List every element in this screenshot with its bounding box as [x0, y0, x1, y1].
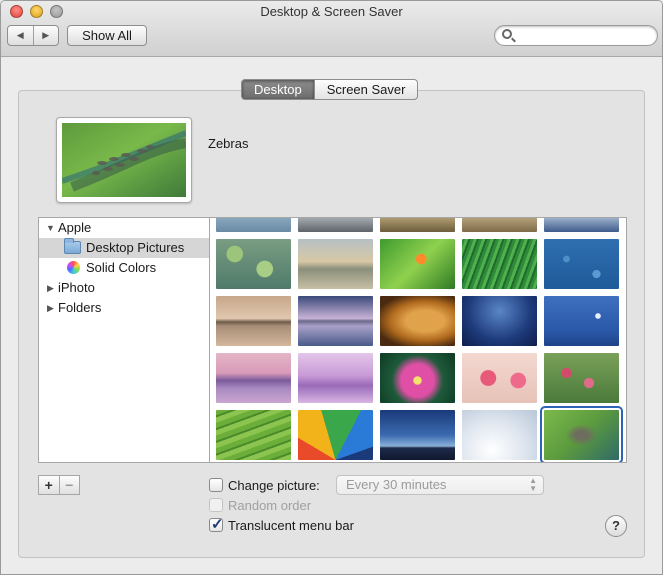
thumbnail-rice-terraces[interactable] — [216, 410, 291, 460]
source-apple[interactable]: ▼ Apple — [39, 218, 209, 238]
tab-screen-saver[interactable]: Screen Saver — [313, 80, 418, 99]
triangle-right-icon[interactable]: ▶ — [47, 278, 54, 298]
forward-button[interactable]: ▶ — [32, 26, 59, 45]
thumbnail-purple-mist[interactable] — [298, 353, 373, 403]
translucent-menu-bar-label: Translucent menu bar — [228, 517, 354, 533]
show-all-button[interactable]: Show All — [67, 25, 147, 46]
thumbnail-mount-fuji[interactable] — [216, 353, 291, 403]
thumbnail-partial-2[interactable] — [298, 218, 373, 232]
change-picture-label: Change picture: — [228, 477, 320, 493]
thumbnail-grass[interactable] — [462, 239, 537, 289]
thumbnail-partial-5[interactable] — [544, 218, 619, 232]
thumbnail-pink-poppies[interactable] — [462, 353, 537, 403]
translucent-menu-bar-option[interactable]: Translucent menu bar — [209, 515, 354, 534]
title-bar: Desktop & Screen Saver ◀ ▶ Show All — [1, 1, 662, 57]
chevron-left-icon: ◀ — [16, 30, 24, 40]
thumbnail-zebras[interactable] — [540, 406, 623, 462]
thumbnail-partial-1[interactable] — [216, 218, 291, 232]
tab-bar: Desktop Screen Saver — [241, 79, 419, 100]
thumbnail-frog-on-leaf[interactable] — [380, 239, 455, 289]
thumbnail-misty-landscape[interactable] — [298, 239, 373, 289]
folder-icon — [64, 238, 81, 254]
source-desktop-pictures[interactable]: Desktop Pictures — [39, 238, 209, 258]
add-folder-button[interactable]: + — [39, 476, 59, 494]
search-icon — [502, 29, 512, 39]
thumbnail-partial-3[interactable] — [380, 218, 455, 232]
tab-desktop[interactable]: Desktop — [242, 80, 314, 99]
thumbnail-pink-blossoms[interactable] — [544, 353, 619, 403]
change-picture-option[interactable]: Change picture: — [209, 476, 320, 494]
search-field[interactable] — [494, 25, 658, 46]
translucent-menu-bar-checkbox[interactable] — [209, 515, 224, 533]
random-order-option[interactable]: Random order — [209, 496, 311, 514]
current-picture-preview — [56, 117, 192, 203]
color-wheel-icon — [67, 261, 80, 274]
triangle-right-icon[interactable]: ▶ — [47, 298, 54, 318]
zebras-preview-image — [61, 123, 188, 197]
back-button[interactable]: ◀ — [8, 26, 33, 45]
change-picture-checkbox[interactable] — [209, 478, 223, 492]
triangle-down-icon[interactable]: ▼ — [46, 218, 55, 238]
source-solid-colors[interactable]: Solid Colors — [39, 258, 209, 278]
change-interval-popup[interactable]: Every 30 minutes ▲ ▼ — [336, 475, 544, 495]
source-folders[interactable]: ▶ Folders — [39, 298, 209, 318]
source-label: Folders — [58, 300, 102, 315]
picture-grid — [209, 217, 627, 463]
random-order-checkbox[interactable] — [209, 498, 223, 512]
thumbnail-lily-pads[interactable] — [216, 239, 291, 289]
window-title: Desktop & Screen Saver — [260, 4, 403, 19]
back-forward-control: ◀ ▶ — [7, 25, 59, 46]
thumbnail-lotus[interactable] — [380, 353, 455, 403]
thumbnail-galaxy[interactable] — [462, 296, 537, 346]
help-button[interactable]: ? — [605, 515, 627, 537]
source-label: iPhoto — [58, 280, 95, 295]
thumbnail-crescent-moon[interactable] — [544, 296, 619, 346]
thumbnail-blue-drops[interactable] — [544, 239, 619, 289]
source-iphoto[interactable]: ▶ iPhoto — [39, 278, 209, 298]
thumbnail-snow-dunes[interactable] — [462, 410, 537, 460]
source-label: Desktop Pictures — [86, 240, 185, 255]
thumbnail-island-at-dusk[interactable] — [216, 296, 291, 346]
thumbnail-mountain-reflection[interactable] — [298, 296, 373, 346]
source-label: Apple — [58, 220, 92, 235]
thumbnail-color-wedges[interactable] — [298, 410, 373, 460]
source-label: Solid Colors — [86, 260, 157, 275]
search-input[interactable] — [517, 28, 649, 43]
preferences-window: Desktop & Screen Saver ◀ ▶ Show All Desk… — [0, 0, 663, 575]
chevron-right-icon: ▶ — [42, 30, 50, 40]
current-picture-name: Zebras — [208, 136, 249, 151]
thumbnail-horizon-sky[interactable] — [380, 410, 455, 460]
source-list: ▼ Apple Desktop Pictures Solid Colors ▶ … — [38, 217, 209, 463]
add-remove-control: + − — [38, 475, 80, 495]
random-order-label: Random order — [228, 497, 312, 513]
remove-folder-button[interactable]: − — [58, 476, 80, 494]
change-interval-value: Every 30 minutes — [346, 477, 447, 492]
thumbnail-partial-4[interactable] — [462, 218, 537, 232]
popup-arrows-icon: ▲ ▼ — [529, 476, 537, 493]
thumbnail-lion[interactable] — [380, 296, 455, 346]
